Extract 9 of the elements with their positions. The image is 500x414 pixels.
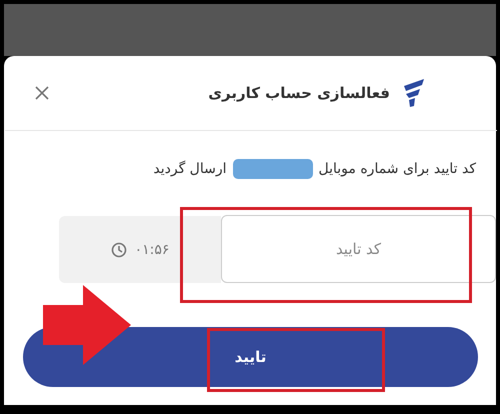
dialog-title: فعالسازی حساب کاربری [208, 84, 390, 102]
message-text: ارسال گردید [153, 161, 226, 177]
timer-text: ۰۱:۵۶ [134, 242, 170, 258]
confirm-button[interactable]: تایید [23, 327, 478, 387]
message-text: کد تایید برای شماره موبایل [318, 161, 476, 177]
clock-icon [110, 242, 127, 258]
arrow-icon [43, 285, 131, 365]
close-icon[interactable] [35, 86, 49, 100]
code-input-field[interactable]: کد تایید [221, 215, 496, 283]
